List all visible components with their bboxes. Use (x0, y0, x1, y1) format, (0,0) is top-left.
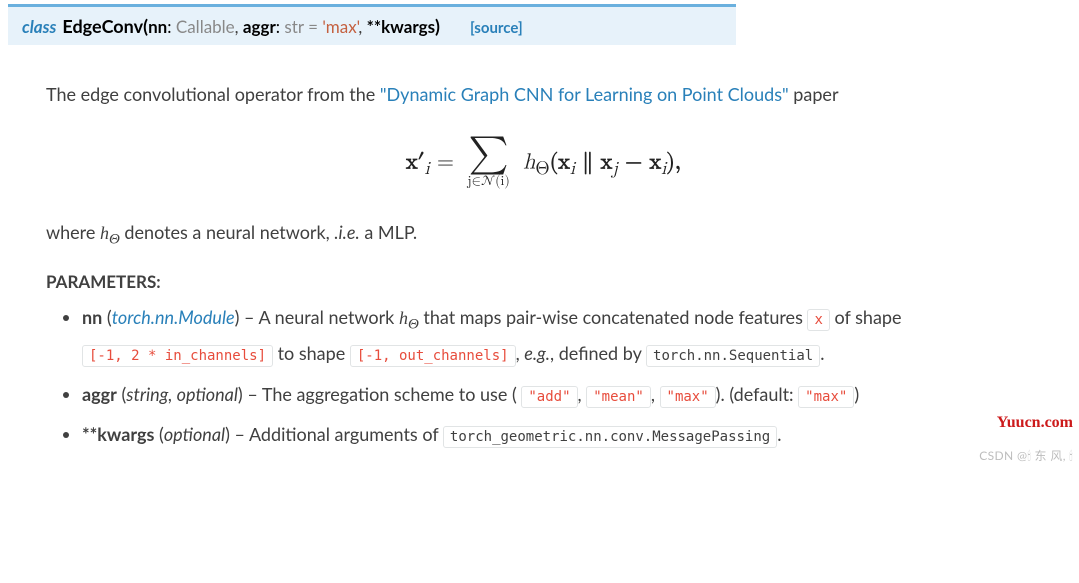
keyword-class: class (22, 16, 56, 37)
param-kwargs-open: ( (154, 423, 163, 445)
code-sequential: torch.nn.Sequential (646, 345, 820, 367)
param-kwargs-desc2: . (777, 423, 781, 445)
param-name: aggr (243, 16, 276, 37)
param-colon: : (167, 16, 171, 37)
intro-after: paper (789, 83, 839, 105)
param-nn-desc4: to shape (273, 342, 350, 364)
code-shape2: [-1, out_channels] (350, 345, 516, 367)
formula-theta: Θ (535, 159, 549, 178)
param-nn: nn: Callable, (148, 16, 238, 37)
formula-h: h (523, 151, 535, 173)
param-aggr-sep1: , (578, 383, 587, 405)
source-link[interactable]: [source] (470, 19, 523, 37)
param-nn-desc5: , (516, 342, 525, 364)
param-kwargs-desc1: Additional arguments of (249, 423, 443, 445)
formula-args-open: (x (550, 151, 570, 173)
param-aggr-desc1: The aggregation scheme to use ( (262, 383, 517, 405)
formula-lhs: x′ (406, 151, 424, 173)
param-nn-desc6: , defined by (550, 342, 646, 364)
param-nn-eg: e.g. (524, 342, 550, 364)
code-max: "max" (660, 386, 716, 408)
param-nn-type-link[interactable]: torch.nn.Module (112, 306, 235, 328)
sigma-symbol: ∑ (469, 135, 509, 173)
code-add: "add" (521, 386, 577, 408)
param-ann: Callable (176, 16, 235, 37)
param-name: kwargs (381, 16, 435, 37)
param-aggr-desc2: ). (default: (716, 383, 799, 405)
param-ann: str (284, 16, 303, 37)
param-nn-desc3: of shape (830, 306, 902, 328)
param-nn-theta: Θ (408, 316, 419, 332)
parameters-heading: PARAMETERS: (46, 269, 1041, 295)
sum-subscript: j∈𝒩(i) (467, 171, 510, 193)
param-stars: ** (367, 16, 381, 37)
code-default-max: "max" (798, 386, 854, 408)
param-aggr-open: ( (117, 383, 126, 405)
param-nn-open: ( (102, 306, 111, 328)
param-sep: , (358, 16, 362, 37)
param-aggr-opt: optional (177, 383, 238, 405)
sum-operator: ∑ j∈𝒩(i) (467, 135, 510, 193)
param-item-nn: nn (torch.nn.Module) – A neural network … (82, 302, 1041, 369)
math-formula: x′i = ∑ j∈𝒩(i) hΘ(xi ∥ xj − xi), (46, 135, 1041, 193)
intro-before: The edge convolutional operator from the (46, 83, 380, 105)
where-after2: a MLP. (360, 221, 417, 243)
param-nn-h: h (399, 308, 408, 328)
code-shape1: [-1, 2 * in_channels] (82, 345, 273, 367)
param-aggr: aggr: str = 'max', (243, 16, 362, 37)
param-kwargs-close: ) – (225, 423, 249, 445)
param-sep: , (235, 16, 239, 37)
where-theta: Θ (109, 231, 120, 247)
intro-paragraph: The edge convolutional operator from the… (46, 81, 1041, 109)
where-h: h (100, 223, 109, 243)
formula-minus: − x (618, 151, 661, 173)
formula-close: ), (666, 151, 681, 173)
watermark-yuucn: Yuucn.com (997, 414, 1073, 432)
param-item-kwargs: **kwargs (optional) – Additional argumen… (82, 419, 1041, 450)
param-kwargs-name: **kwargs (82, 423, 154, 445)
paper-link[interactable]: "Dynamic Graph CNN for Learning on Point… (380, 83, 789, 105)
param-nn-close: ) – (235, 306, 259, 328)
param-aggr-desc3: ) (854, 383, 859, 405)
param-aggr-sep: , (168, 383, 176, 405)
param-aggr-name: aggr (82, 383, 117, 405)
param-nn-desc7: . (820, 342, 824, 364)
where-after1: denotes a neural network, (120, 221, 335, 243)
formula-concat: ∥ x (575, 151, 612, 173)
param-nn-desc2: that maps pair-wise concatenated node fe… (419, 306, 808, 328)
param-kwargs-opt: optional (164, 423, 225, 445)
param-aggr-sep2: , (651, 383, 660, 405)
param-kwargs: **kwargs (367, 16, 435, 37)
watermark-csdn: CSDN @🕯 东 风, 🕯 (979, 447, 1073, 464)
where-ie: .i.e. (334, 221, 359, 243)
param-nn-name: nn (82, 306, 102, 328)
close-paren: ) (435, 15, 440, 37)
parameters-list: nn (torch.nn.Module) – A neural network … (46, 302, 1041, 450)
param-nn-desc1: A neural network (258, 306, 398, 328)
param-eq: = (308, 16, 318, 37)
code-x: x (807, 309, 829, 331)
code-mean: "mean" (586, 386, 651, 408)
param-colon: : (276, 16, 280, 37)
code-message-passing: torch_geometric.nn.conv.MessagePassing (443, 426, 777, 448)
param-name: nn (148, 16, 167, 37)
formula-eq: = (437, 151, 461, 173)
param-default: 'max' (322, 16, 358, 37)
where-before: where (46, 221, 100, 243)
formula-lhs-sub: i (425, 159, 430, 178)
class-name: EdgeConv (62, 15, 143, 37)
param-aggr-close: ) – (238, 383, 262, 405)
class-signature: class EdgeConv ( nn: Callable, aggr: str… (8, 4, 736, 45)
where-paragraph: where hΘ denotes a neural network, .i.e.… (46, 219, 1041, 252)
param-item-aggr: aggr (string, optional) – The aggregatio… (82, 379, 1041, 410)
param-aggr-type: string (126, 383, 168, 405)
